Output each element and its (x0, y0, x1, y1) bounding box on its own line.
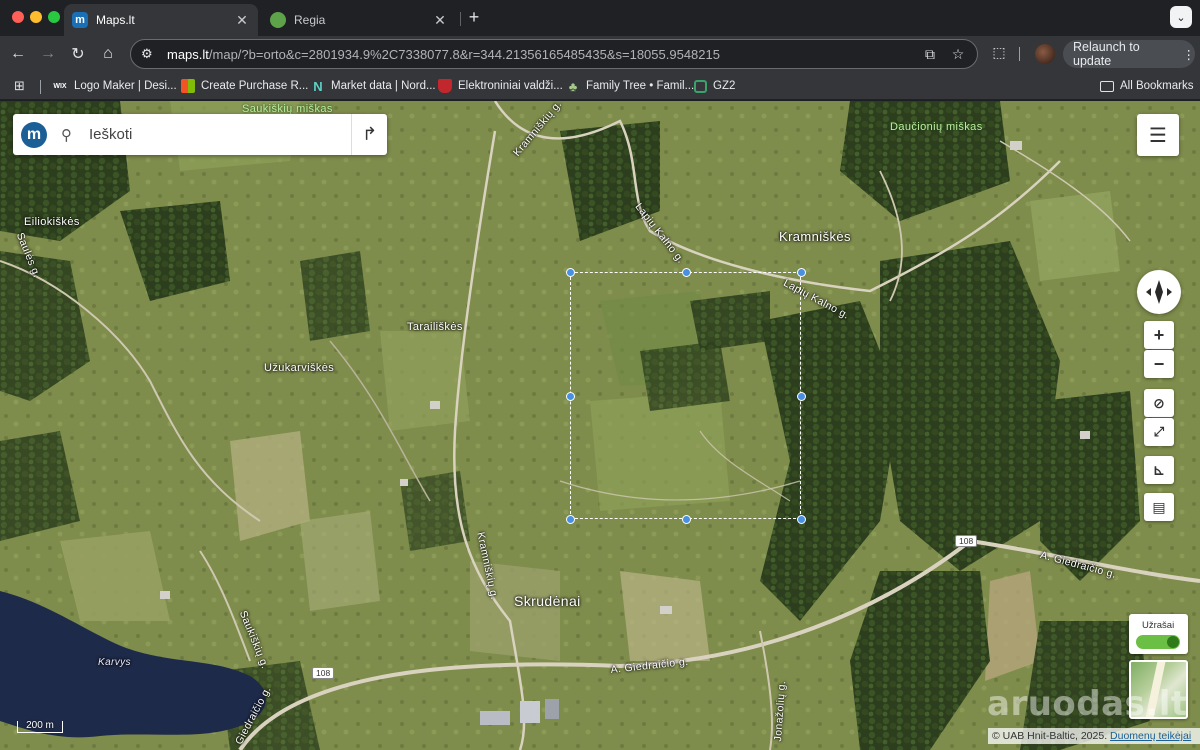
bookmark-label: Family Tree • Famil... (586, 80, 695, 92)
more-menu-icon[interactable]: ⋮ (1183, 47, 1196, 62)
bookmark-item[interactable]: GZ2 (694, 77, 735, 95)
new-tab-button[interactable]: + (464, 6, 484, 28)
map-label-lake: Karvys (98, 657, 131, 668)
url-domain: maps.lt (167, 46, 209, 62)
zoom-in-button[interactable]: + (1144, 321, 1174, 349)
home-icon[interactable]: ⌂ (95, 41, 121, 67)
road-number-badge: 108 (955, 535, 978, 547)
extensions-puzzle-icon[interactable]: ⬚ (988, 44, 1010, 64)
map-label-village: Tarailiškės (407, 321, 463, 333)
map-scale-bar: 200 m (17, 721, 63, 733)
bookmark-label: GZ2 (713, 80, 736, 92)
wix-icon: WIX (53, 82, 67, 90)
tree-icon: ♣ (568, 78, 578, 94)
tab-title: Maps.lt (96, 13, 135, 27)
window-close-button[interactable] (12, 11, 24, 23)
bookmark-label: Create Purchase R... (201, 80, 309, 92)
selection-handle[interactable] (565, 514, 575, 524)
compass-icon[interactable] (1137, 270, 1181, 314)
fullscreen-icon[interactable]: ⤢ (1144, 418, 1174, 446)
window-zoom-button[interactable] (48, 11, 60, 23)
bookmark-item[interactable]: WIX Logo Maker | Desi... (52, 77, 177, 95)
map-label-village: Kramniškės (779, 229, 851, 244)
tab-title: Regia (294, 13, 326, 27)
regia-favicon-icon (270, 12, 286, 28)
search-input[interactable] (89, 126, 351, 143)
tab-search-chevron-icon[interactable]: ⌄ (1170, 6, 1192, 28)
bookmark-item[interactable]: N Market data | Nord... (311, 77, 436, 95)
bookmark-label: Elektroniniai valdži... (458, 80, 563, 92)
map-label-town: Skrudėnai (514, 593, 581, 609)
selection-handle[interactable] (681, 514, 691, 524)
hamburger-menu-icon[interactable]: ☰ (1137, 114, 1179, 156)
road-number-badge: 108 (312, 667, 335, 679)
selection-handle[interactable] (796, 267, 806, 277)
forward-arrow-icon[interactable]: → (35, 41, 61, 67)
attribution-text: © UAB Hnit-Baltic, 2025. (992, 730, 1108, 742)
site-info-icon[interactable]: ⚙ (141, 46, 157, 62)
compass-arrows-icon (1146, 280, 1172, 304)
maps-favicon-icon: m (72, 12, 88, 28)
relaunch-to-update-button[interactable]: Relaunch to update ⋮ (1063, 40, 1195, 68)
address-bar[interactable]: ⚙ maps.lt/map/?b=orto&c=2801934.9%2C7338… (130, 39, 978, 69)
microsoft-icon (181, 79, 195, 93)
selection-handle[interactable] (565, 267, 575, 277)
bookmark-item[interactable]: Elektroniniai valdži... (438, 77, 563, 95)
reload-icon[interactable]: ↻ (65, 41, 91, 67)
back-arrow-icon[interactable]: ← (5, 41, 31, 67)
bookmarks-bar: ⊞ WIX Logo Maker | Desi... Create Purcha… (0, 72, 1200, 100)
map-attribution: © UAB Hnit-Baltic, 2025. Duomenų teikėja… (988, 728, 1200, 744)
notes-toggle-panel: Užrašai (1129, 614, 1188, 654)
bookmark-label: Market data | Nord... (331, 80, 436, 92)
nordpool-icon: N (313, 78, 323, 94)
profile-avatar[interactable] (1035, 44, 1055, 64)
browser-tab-bar: m Maps.lt ✕ Regia ✕ + ⌄ (0, 0, 1200, 36)
url-path: /map/?b=orto&c=2801934.9%2C7338077.8&r=3… (208, 46, 720, 62)
apps-grid-icon[interactable]: ⊞ (14, 77, 25, 95)
zoom-out-button[interactable]: − (1144, 350, 1174, 378)
gz-icon (694, 79, 707, 93)
aruodas-watermark: aruodas.lt (987, 684, 1188, 724)
all-bookmarks-button[interactable]: All Bookmarks (1100, 77, 1194, 95)
map-label-village: Eiliokiškės (24, 216, 80, 228)
folder-icon (1100, 80, 1114, 92)
directions-icon[interactable]: ↱ (351, 114, 387, 155)
install-app-icon[interactable]: ⧉ (921, 46, 939, 63)
selection-handle[interactable] (681, 267, 691, 277)
toggle-knob (1167, 636, 1179, 648)
bookmarks-separator (40, 80, 41, 94)
selection-handle[interactable] (796, 514, 806, 524)
coat-of-arms-icon (438, 79, 452, 93)
area-selection-rectangle[interactable] (570, 272, 801, 519)
all-bookmarks-label: All Bookmarks (1120, 80, 1194, 92)
tab-maps[interactable]: m Maps.lt ✕ (64, 4, 258, 36)
map-search-panel: m ⚲ ↱ (13, 114, 387, 155)
data-providers-link[interactable]: Duomenų teikėjai (1110, 730, 1191, 742)
selection-handle[interactable] (565, 391, 575, 401)
map-label-village: Užukarviškės (264, 362, 335, 374)
map-layers-icon[interactable]: ▤ (1144, 493, 1174, 521)
location-off-icon[interactable]: ⊘ (1144, 389, 1174, 417)
bookmark-item[interactable]: ♣ Family Tree • Famil... (566, 77, 694, 95)
maps-logo-icon[interactable]: m (21, 121, 47, 148)
bookmark-item[interactable]: Create Purchase R... (181, 77, 308, 95)
search-icon: ⚲ (61, 126, 72, 144)
map-label-forest: Daučionių miškas (890, 121, 983, 133)
notes-toggle-switch[interactable] (1136, 635, 1180, 649)
notes-label: Užrašai (1142, 620, 1175, 631)
tab-separator (460, 12, 461, 26)
bookmark-star-icon[interactable]: ☆ (949, 46, 967, 63)
bookmark-label: Logo Maker | Desi... (74, 80, 177, 92)
toolbar-separator (1019, 47, 1020, 61)
window-minimize-button[interactable] (30, 11, 42, 23)
browser-toolbar: ← → ↻ ⌂ ⚙ maps.lt/map/?b=orto&c=2801934.… (0, 36, 1200, 72)
measure-ruler-icon[interactable]: ⊾ (1144, 456, 1174, 484)
relaunch-label: Relaunch to update (1073, 40, 1140, 68)
tab-regia[interactable]: Regia ✕ (262, 4, 456, 36)
close-tab-icon[interactable]: ✕ (432, 12, 448, 28)
close-tab-icon[interactable]: ✕ (234, 12, 250, 28)
selection-handle[interactable] (796, 391, 806, 401)
url-text[interactable]: maps.lt/map/?b=orto&c=2801934.9%2C733807… (167, 47, 911, 62)
map-view[interactable]: Saukiškių miškas Daučionių miškas Eiliok… (0, 101, 1200, 750)
